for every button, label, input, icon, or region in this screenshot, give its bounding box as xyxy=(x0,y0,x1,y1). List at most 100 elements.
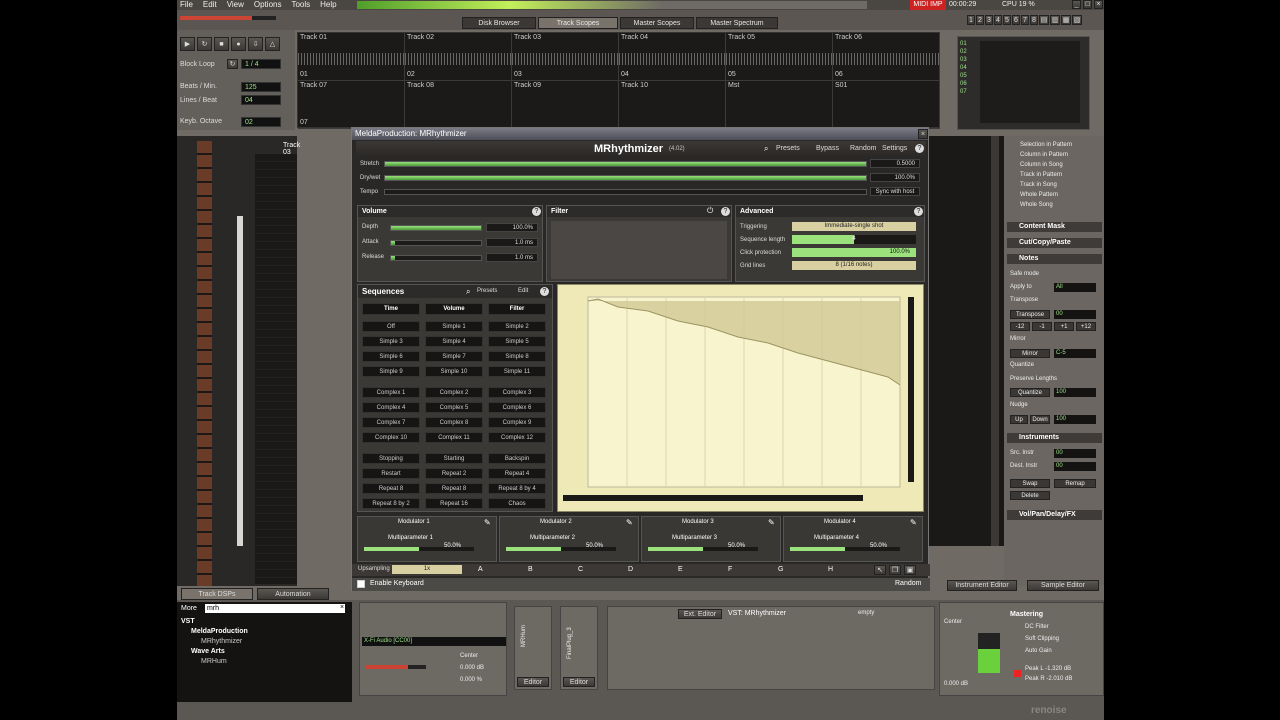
sequence-preset-button[interactable]: Simple 4 xyxy=(425,336,483,347)
sequences-presets-button[interactable]: Presets xyxy=(477,288,497,294)
num-button[interactable]: 6 xyxy=(1012,15,1020,25)
num-button[interactable]: 5 xyxy=(1003,15,1011,25)
preset-slot[interactable]: F xyxy=(728,566,732,573)
modulator-label[interactable]: Modulator 4 xyxy=(824,519,856,525)
scope-option[interactable]: Column in Pattern xyxy=(1020,152,1068,158)
sequence-preset-button[interactable]: Complex 1 xyxy=(362,387,420,398)
menu-tools[interactable]: Tools xyxy=(291,0,310,10)
sequencer-scrollbar[interactable] xyxy=(237,216,243,546)
scope-track-number[interactable]: 01 xyxy=(960,40,967,48)
transpose-step-button[interactable]: +1 xyxy=(1054,322,1074,331)
multiparameter-value[interactable]: 50.0% xyxy=(728,543,745,549)
pencil-icon[interactable]: ✎ xyxy=(768,518,775,527)
scope-option[interactable]: Whole Song xyxy=(1020,202,1053,208)
track-scope[interactable]: Track 02 02 xyxy=(405,33,512,81)
tree-item[interactable]: VST xyxy=(181,618,195,625)
delete-button[interactable]: Delete xyxy=(1010,491,1050,500)
auto-gain-toggle[interactable]: Auto Gain xyxy=(1025,648,1052,654)
sequence-preset-button[interactable]: Complex 9 xyxy=(488,417,546,428)
random-footer-button[interactable]: Random xyxy=(895,580,921,587)
modulator-label[interactable]: Modulator 2 xyxy=(540,519,572,525)
random-button[interactable]: Random xyxy=(850,145,876,152)
attack-slider[interactable] xyxy=(390,240,482,246)
close-button[interactable]: × xyxy=(1094,0,1103,9)
preset-slot[interactable]: D xyxy=(628,566,633,573)
volume-value[interactable]: 0.000 dB xyxy=(460,665,484,671)
grid-lines-select[interactable]: 8 (1/16 notes) xyxy=(792,261,916,270)
depth-slider[interactable] xyxy=(390,225,482,231)
tab-disk-browser[interactable]: Disk Browser xyxy=(462,17,536,29)
scope-option[interactable]: Track in Pattern xyxy=(1020,172,1062,178)
sequence-preset-button[interactable]: Complex 3 xyxy=(488,387,546,398)
release-slider[interactable] xyxy=(390,255,482,261)
scope-track-number[interactable]: 06 xyxy=(960,80,967,88)
sequence-preset-button[interactable]: Complex 4 xyxy=(362,402,420,413)
arrow-icon[interactable]: ↖ xyxy=(874,565,886,575)
pencil-icon[interactable]: ✎ xyxy=(484,518,491,527)
enable-keyboard-checkbox[interactable] xyxy=(357,580,365,588)
mirror-value[interactable]: C-5 xyxy=(1054,349,1096,358)
sequence-preset-button[interactable]: Simple 5 xyxy=(488,336,546,347)
track-scope[interactable]: Track 05 05 xyxy=(726,33,833,81)
bypass-button[interactable]: Bypass xyxy=(816,145,839,152)
preset-slot[interactable]: B xyxy=(528,566,533,573)
remap-button[interactable]: Remap xyxy=(1054,479,1096,488)
track-scope[interactable]: Track 06 06 xyxy=(833,33,940,81)
editor-button[interactable]: Editor xyxy=(517,677,549,687)
menu-view[interactable]: View xyxy=(227,0,244,10)
track-scope[interactable]: Track 01 01 xyxy=(298,33,405,81)
help-icon[interactable]: ? xyxy=(914,207,923,216)
sequence-preset-button[interactable]: Repeat 8 xyxy=(425,483,483,494)
scope-track-number[interactable]: 04 xyxy=(960,64,967,72)
menu-options[interactable]: Options xyxy=(254,0,282,10)
clear-search-icon[interactable]: × xyxy=(340,604,344,611)
modulator-label[interactable]: Modulator 3 xyxy=(682,519,714,525)
help-icon[interactable]: ? xyxy=(540,287,549,296)
multiparameter-value[interactable]: 50.0% xyxy=(444,543,461,549)
scope-track-number[interactable]: 03 xyxy=(960,56,967,64)
block-loop-value[interactable]: 1 / 4 xyxy=(241,59,281,69)
menu-edit[interactable]: Edit xyxy=(203,0,217,10)
sequence-editor[interactable] xyxy=(557,284,924,512)
sequence-preset-button[interactable]: Complex 6 xyxy=(488,402,546,413)
tab-track-scopes[interactable]: Track Scopes xyxy=(538,17,618,29)
track-scope[interactable]: Track 07 07 xyxy=(298,81,405,129)
apply-to-value[interactable]: All xyxy=(1054,283,1096,292)
sequence-preset-button[interactable]: Complex 2 xyxy=(425,387,483,398)
power-icon[interactable]: ⏻ xyxy=(707,206,713,216)
seqlen-field[interactable]: 4 xyxy=(792,235,916,244)
ext-editor-button[interactable]: Ext. Editor xyxy=(678,609,722,619)
transpose-step-button[interactable]: -12 xyxy=(1010,322,1030,331)
preset-slot[interactable]: A xyxy=(478,566,483,573)
tempo-slider[interactable] xyxy=(384,189,867,195)
sequence-preset-button[interactable]: Restart xyxy=(362,468,420,479)
dc-filter-toggle[interactable]: DC Filter xyxy=(1025,624,1049,630)
num-button[interactable]: 4 xyxy=(994,15,1002,25)
track-scope[interactable]: Track 03 03 xyxy=(512,33,619,81)
pan-value[interactable]: Center xyxy=(460,653,478,659)
click-protection-field[interactable]: 100.0% xyxy=(792,248,916,257)
transpose-step-button[interactable]: +12 xyxy=(1076,322,1096,331)
sequence-preset-button[interactable]: Simple 7 xyxy=(425,351,483,362)
tab-instrument-editor[interactable]: Instrument Editor xyxy=(947,580,1017,591)
notes-section[interactable]: Notes xyxy=(1007,254,1102,264)
sequence-preset-button[interactable]: Repeat 8 by 4 xyxy=(488,483,546,494)
sequence-preset-button[interactable]: Backspin xyxy=(488,453,546,464)
nudge-up-button[interactable]: Up xyxy=(1010,415,1028,424)
num-button[interactable]: 3 xyxy=(985,15,993,25)
tab-automation[interactable]: Automation xyxy=(257,588,329,600)
sequence-preset-button[interactable]: Simple 9 xyxy=(362,366,420,377)
num-button[interactable]: 8 xyxy=(1030,15,1038,25)
num-button[interactable]: 7 xyxy=(1021,15,1029,25)
sequence-preset-button[interactable]: Simple 2 xyxy=(488,321,546,332)
cut-copy-section[interactable]: Cut/Copy/Paste xyxy=(1007,238,1102,248)
follow-icon[interactable]: ⇩ xyxy=(248,37,263,51)
preset-slot[interactable]: G xyxy=(778,566,783,573)
bpm-value[interactable]: 125 xyxy=(241,82,281,92)
sequence-preset-button[interactable]: Repeat 4 xyxy=(488,468,546,479)
layout-button[interactable]: ▦ xyxy=(1061,15,1071,25)
copy-icon[interactable]: ❐ xyxy=(889,565,901,575)
sequence-preset-button[interactable]: Complex 11 xyxy=(425,432,483,443)
sequence-preset-button[interactable]: Repeat 16 xyxy=(425,498,483,509)
upsampling-select[interactable]: 1x xyxy=(392,565,462,574)
